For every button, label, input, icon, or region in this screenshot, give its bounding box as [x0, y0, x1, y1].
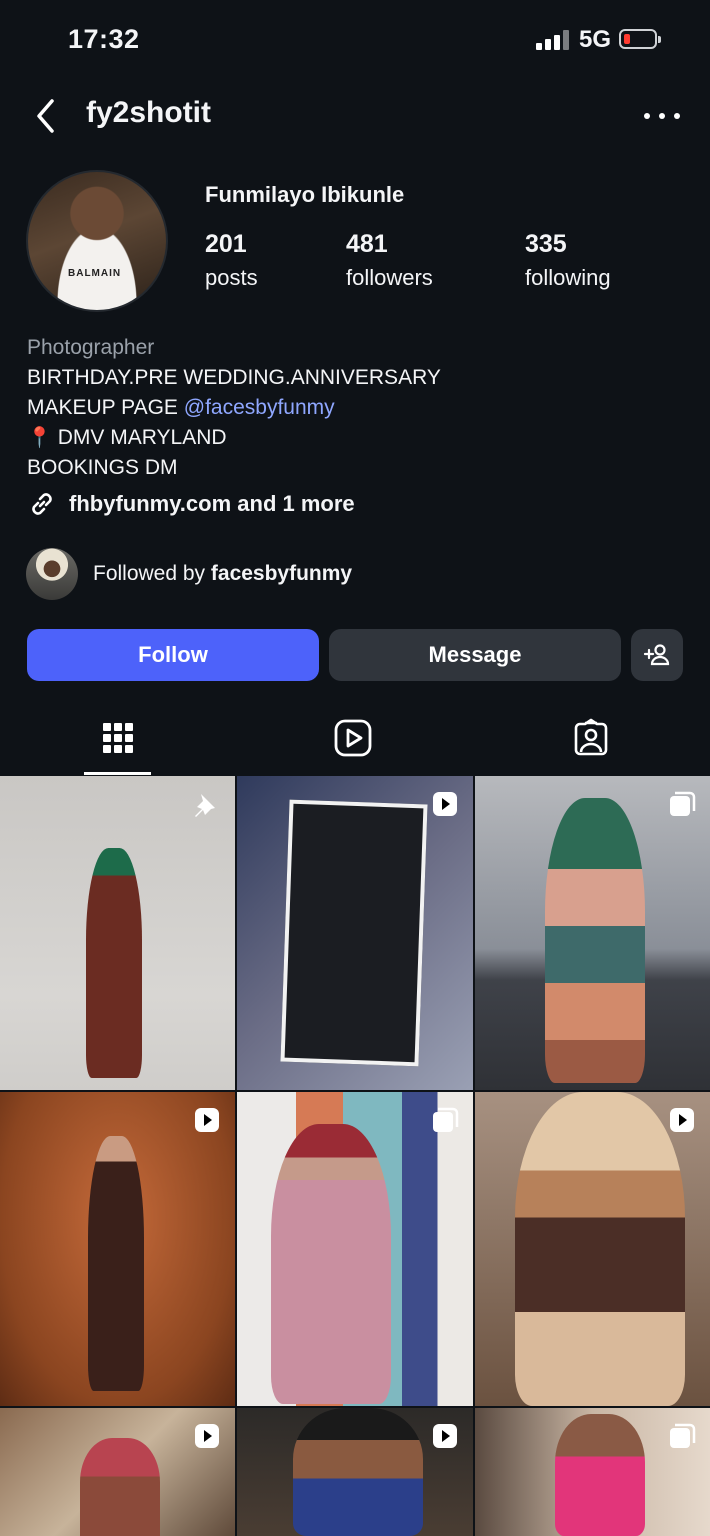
carousel-icon — [670, 791, 696, 816]
tab-reels[interactable] — [333, 718, 373, 758]
post-thumbnail[interactable] — [0, 1092, 235, 1406]
post-thumbnail[interactable] — [237, 776, 473, 1090]
tagged-icon — [574, 718, 608, 756]
network-type: 5G — [579, 26, 612, 53]
stat-following-value: 335 — [525, 230, 567, 258]
profile-tabs — [0, 712, 710, 776]
stat-posts-label: posts — [205, 265, 258, 290]
bio-mention-link[interactable]: @facesbyfunmy — [184, 396, 335, 419]
stat-following[interactable]: 335 following — [525, 230, 611, 291]
posts-grid — [0, 776, 710, 1536]
reel-icon — [433, 792, 457, 816]
pin-icon — [195, 794, 215, 817]
more-options-button[interactable] — [644, 110, 680, 122]
reel-icon — [433, 1424, 457, 1448]
grid-icon — [103, 723, 133, 753]
clock: 17:32 — [68, 24, 140, 54]
chevron-left-icon — [37, 99, 54, 133]
tab-posts-grid[interactable] — [98, 718, 138, 758]
stat-followers[interactable]: 481 followers — [346, 230, 433, 291]
reel-icon — [670, 1108, 694, 1132]
active-tab-indicator — [84, 772, 151, 775]
profile-full-name: Funmilayo Ibikunle — [205, 182, 405, 207]
followed-by-user: facesbyfunmy — [210, 562, 353, 585]
profile-link[interactable]: fhbyfunmy.com and 1 more — [27, 488, 355, 520]
avatar-shirt-text: BALMAIN — [68, 268, 122, 279]
stat-followers-value: 481 — [346, 230, 388, 258]
stat-posts-value: 201 — [205, 230, 247, 258]
bio-text: DMV MARYLAND — [51, 426, 227, 449]
stat-followers-label: followers — [346, 265, 433, 290]
followed-by-row[interactable]: Followed by facesbyfunmy — [26, 548, 352, 600]
header-username: fy2shotit — [86, 96, 212, 129]
post-thumbnail[interactable] — [0, 776, 235, 1090]
profile-link-text: fhbyfunmy.com and 1 more — [69, 491, 355, 516]
bio-line: MAKEUP PAGE @facesbyfunmy — [27, 393, 441, 423]
bio-line: 📍 DMV MARYLAND — [27, 423, 441, 453]
suggest-people-button[interactable] — [631, 629, 683, 681]
profile-bio: Photographer BIRTHDAY.PRE WEDDING.ANNIVE… — [27, 333, 441, 483]
reels-icon — [334, 719, 372, 757]
back-button[interactable] — [30, 96, 62, 136]
follower-avatar — [26, 548, 78, 600]
post-thumbnail[interactable] — [237, 1092, 473, 1406]
signal-icon — [536, 30, 572, 50]
post-thumbnail[interactable] — [237, 1408, 473, 1536]
reel-icon — [195, 1424, 219, 1448]
follow-button[interactable]: Follow — [27, 629, 319, 681]
post-thumbnail[interactable] — [475, 776, 710, 1090]
bio-category: Photographer — [27, 336, 155, 359]
message-button[interactable]: Message — [329, 629, 621, 681]
carousel-icon — [433, 1107, 459, 1132]
followed-by-prefix: Followed by — [93, 562, 211, 585]
tab-tagged[interactable] — [571, 718, 611, 758]
post-thumbnail[interactable] — [0, 1408, 235, 1536]
link-icon — [32, 493, 52, 515]
pin-emoji-icon: 📍 — [27, 427, 52, 449]
profile-avatar[interactable]: BALMAIN — [26, 170, 168, 312]
reel-icon — [195, 1108, 219, 1132]
profile-header: fy2shotit — [0, 88, 710, 144]
add-person-icon — [643, 644, 670, 666]
stat-posts[interactable]: 201 posts — [205, 230, 258, 291]
carousel-icon — [670, 1423, 696, 1448]
post-thumbnail[interactable] — [475, 1092, 710, 1406]
followed-by-text: Followed by facesbyfunmy — [93, 562, 352, 586]
stat-following-label: following — [525, 265, 611, 290]
status-bar: 17:32 5G — [0, 0, 710, 80]
bio-text: MAKEUP PAGE — [27, 396, 184, 419]
battery-icon — [619, 29, 661, 49]
post-thumbnail[interactable] — [475, 1408, 710, 1536]
bio-line: BIRTHDAY.PRE WEDDING.ANNIVERSARY — [27, 366, 441, 389]
bio-line: BOOKINGS DM — [27, 456, 178, 479]
